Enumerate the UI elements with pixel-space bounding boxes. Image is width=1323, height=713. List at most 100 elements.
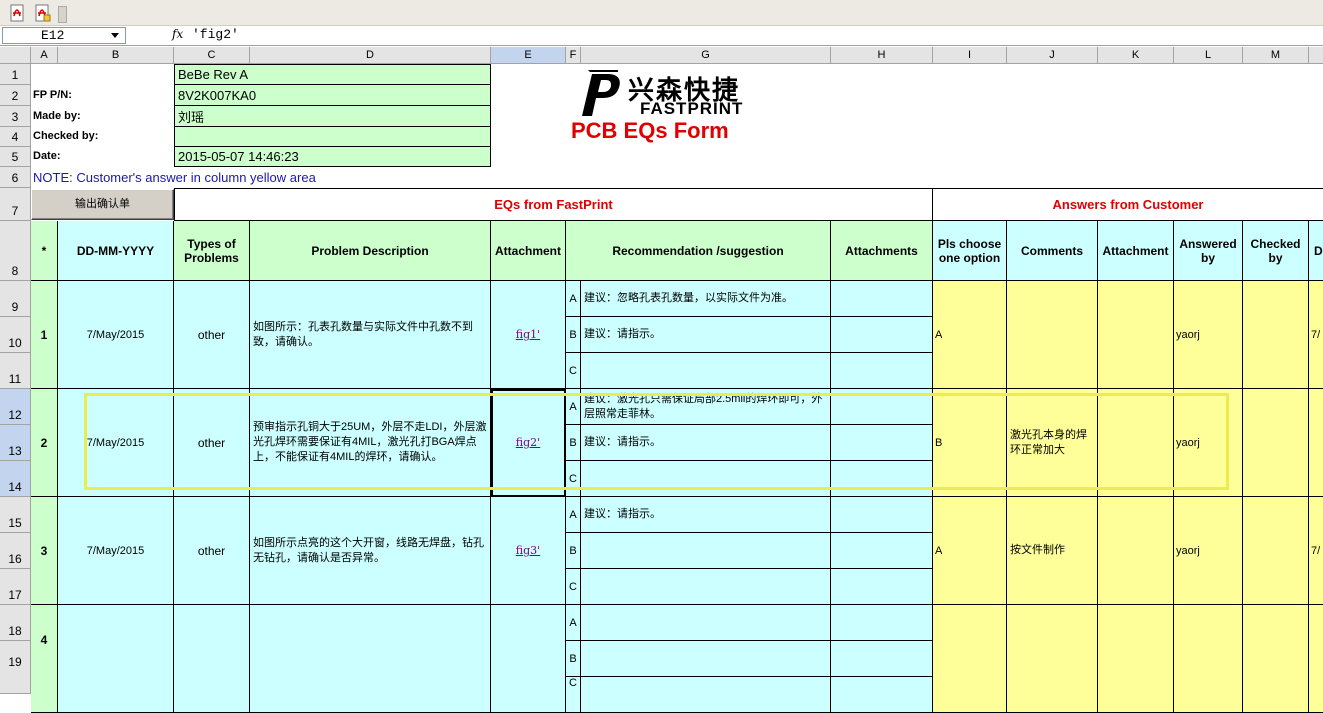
column-header-f[interactable]: F xyxy=(566,47,581,64)
fp-pn-field[interactable]: 8V2K007KA0 xyxy=(174,85,491,106)
eq-comments[interactable]: 激光孔本身的焊环正常加大 xyxy=(1007,389,1098,497)
eq-checked-by[interactable] xyxy=(1243,389,1309,497)
formula-input[interactable]: 'fig2' xyxy=(192,27,239,42)
row-header-17[interactable]: 17 xyxy=(0,569,31,605)
row-header-7[interactable]: 7 xyxy=(0,188,31,221)
eq-type[interactable]: other xyxy=(174,389,250,497)
column-header-e[interactable]: E xyxy=(491,47,566,64)
column-header-c[interactable]: C xyxy=(174,47,250,64)
option-attachment[interactable] xyxy=(831,569,933,605)
option-text[interactable]: 建议：激光孔只需保证局部2.5mil的焊环即可，外层照常走菲林。 xyxy=(581,389,831,425)
row-header-8[interactable]: 8 xyxy=(0,221,31,281)
eq-last-col[interactable] xyxy=(1309,605,1323,713)
eq-comments[interactable] xyxy=(1007,281,1098,389)
eq-choice[interactable]: A xyxy=(933,497,1007,605)
column-header-d[interactable]: D xyxy=(250,47,491,64)
option-text[interactable] xyxy=(581,461,831,497)
eq-customer-attachment[interactable] xyxy=(1098,497,1174,605)
eq-attachment-link[interactable]: fig3' xyxy=(516,544,540,557)
product-field[interactable]: BeBe Rev A xyxy=(174,64,491,85)
eq-problem[interactable]: 如图所示点亮的这个大开窗，线路无焊盘，钻孔无钻孔，请确认是否异常。 xyxy=(250,497,491,605)
eq-date[interactable]: 7/May/2015 xyxy=(58,281,174,389)
eq-attachment-cell[interactable]: fig3' xyxy=(491,497,566,605)
row-header-13[interactable]: 13 xyxy=(0,425,31,461)
eq-date[interactable]: 7/May/2015 xyxy=(58,389,174,497)
option-text[interactable]: 建议：忽略孔表孔数量，以实际文件为准。 xyxy=(581,281,831,317)
option-text[interactable]: 建议：请指示。 xyxy=(581,497,831,533)
eq-checked-by[interactable] xyxy=(1243,605,1309,713)
row-header-3[interactable]: 3 xyxy=(0,106,31,127)
row-header-18[interactable]: 18 xyxy=(0,605,31,641)
option-text[interactable]: 建议：请指示。 xyxy=(581,425,831,461)
row-header-4[interactable]: 4 xyxy=(0,127,31,147)
column-header-i[interactable]: I xyxy=(933,47,1007,64)
eq-last-col[interactable] xyxy=(1309,389,1323,497)
option-text[interactable]: 建议：请指示。 xyxy=(581,317,831,353)
eq-problem[interactable]: 预审指示孔铜大于25UM，外层不走LDI，外层激光孔焊环需要保证有4MIL，激光… xyxy=(250,389,491,497)
eq-answered-by[interactable]: yaorj xyxy=(1174,389,1243,497)
option-text[interactable] xyxy=(581,533,831,569)
eq-customer-attachment[interactable] xyxy=(1098,389,1174,497)
option-attachment[interactable] xyxy=(831,605,933,641)
eq-choice[interactable] xyxy=(933,605,1007,713)
pdf-export-icon[interactable] xyxy=(33,4,51,22)
option-attachment[interactable] xyxy=(831,641,933,677)
column-header-n[interactable] xyxy=(1309,47,1323,64)
column-header-j[interactable]: J xyxy=(1007,47,1098,64)
eq-attachment-cell[interactable] xyxy=(491,605,566,713)
option-text[interactable] xyxy=(581,605,831,641)
column-header-m[interactable]: M xyxy=(1243,47,1309,64)
column-header-g[interactable]: G xyxy=(581,47,831,64)
option-attachment[interactable] xyxy=(831,425,933,461)
eq-attachment-cell[interactable]: fig1' xyxy=(491,281,566,389)
eq-comments[interactable] xyxy=(1007,605,1098,713)
eq-problem[interactable] xyxy=(250,605,491,713)
eq-type[interactable]: other xyxy=(174,497,250,605)
column-header-h[interactable]: H xyxy=(831,47,933,64)
eq-attachment-link[interactable]: fig2' xyxy=(516,436,540,449)
function-icon[interactable]: fx xyxy=(172,27,183,41)
date-field[interactable]: 2015-05-07 14:46:23 xyxy=(174,147,491,167)
column-header-a[interactable]: A xyxy=(31,47,58,64)
eq-date[interactable]: 7/May/2015 xyxy=(58,497,174,605)
option-attachment[interactable] xyxy=(831,533,933,569)
option-attachment[interactable] xyxy=(831,461,933,497)
name-box[interactable]: E12 xyxy=(2,27,126,44)
row-header-16[interactable]: 16 xyxy=(0,533,31,569)
option-attachment[interactable] xyxy=(831,389,933,425)
eq-type[interactable] xyxy=(174,605,250,713)
pdf-icon[interactable] xyxy=(8,4,26,22)
option-text[interactable] xyxy=(581,641,831,677)
eq-type[interactable]: other xyxy=(174,281,250,389)
option-attachment[interactable] xyxy=(831,317,933,353)
column-header-k[interactable]: K xyxy=(1098,47,1174,64)
eq-last-col[interactable]: 7/ xyxy=(1309,281,1323,389)
option-attachment[interactable] xyxy=(831,497,933,533)
row-header-6[interactable]: 6 xyxy=(0,167,31,188)
eq-answered-by[interactable] xyxy=(1174,605,1243,713)
column-header-l[interactable]: L xyxy=(1174,47,1243,64)
made-by-field[interactable]: 刘瑶 xyxy=(174,106,491,127)
row-header-15[interactable]: 15 xyxy=(0,497,31,533)
eq-choice[interactable]: A xyxy=(933,281,1007,389)
row-header-2[interactable]: 2 xyxy=(0,85,31,106)
row-header-19[interactable]: 19 xyxy=(0,641,31,694)
eq-customer-attachment[interactable] xyxy=(1098,605,1174,713)
option-text[interactable] xyxy=(581,569,831,605)
checked-by-field[interactable] xyxy=(174,127,491,147)
row-header-12[interactable]: 12 xyxy=(0,389,31,425)
eq-last-col[interactable]: 7/ xyxy=(1309,497,1323,605)
eq-problem[interactable]: 如图所示：孔表孔数量与实际文件中孔数不到致，请确认。 xyxy=(250,281,491,389)
eq-date[interactable] xyxy=(58,605,174,713)
eq-attachment-cell-selected[interactable]: fig2' xyxy=(491,389,566,497)
option-text[interactable] xyxy=(581,353,831,389)
eq-attachment-link[interactable]: fig1' xyxy=(516,328,540,341)
option-attachment[interactable] xyxy=(831,281,933,317)
option-attachment[interactable] xyxy=(831,353,933,389)
option-attachment[interactable] xyxy=(831,677,933,713)
toolbar-options-icon[interactable] xyxy=(58,6,67,23)
row-header-11[interactable]: 11 xyxy=(0,353,31,389)
eq-answered-by[interactable]: yaorj xyxy=(1174,497,1243,605)
eq-customer-attachment[interactable] xyxy=(1098,281,1174,389)
select-all-corner[interactable] xyxy=(0,47,31,64)
